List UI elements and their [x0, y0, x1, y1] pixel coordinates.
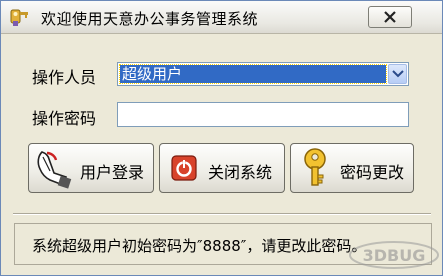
- window-title: 欢迎使用天意办公事务管理系统: [41, 10, 259, 28]
- app-icon: [9, 7, 31, 27]
- hand-pointer-icon: [33, 147, 75, 193]
- close-icon: [384, 11, 396, 23]
- key-icon: [300, 147, 334, 193]
- change-password-button[interactable]: 密码更改: [290, 143, 414, 193]
- login-button[interactable]: 用户登录: [28, 143, 154, 193]
- close-window-button[interactable]: [368, 6, 412, 28]
- user-select-value: 超级用户: [119, 64, 387, 84]
- chevron-down-icon: [392, 70, 404, 78]
- watermark-logo: 3DBUG: [347, 239, 441, 271]
- password-input[interactable]: [117, 102, 409, 127]
- user-label: 操作人员: [32, 68, 97, 87]
- status-message: 系统超级用户初始密码为″8888″，请更改此密码。: [32, 237, 367, 255]
- user-dropdown-button[interactable]: [388, 64, 407, 84]
- login-button-label: 用户登录: [80, 163, 145, 182]
- change-password-button-label: 密码更改: [340, 163, 405, 182]
- title-bar: 欢迎使用天意办公事务管理系统: [1, 1, 442, 34]
- power-icon: [171, 155, 197, 185]
- close-system-button[interactable]: 关闭系统: [159, 143, 285, 193]
- divider: [13, 213, 431, 215]
- password-label: 操作密码: [32, 109, 97, 128]
- watermark-text: 3DBUG: [363, 246, 426, 265]
- login-window: 欢迎使用天意办公事务管理系统 操作人员 超级用户 操作密码 用户登录 关闭系统 …: [0, 0, 443, 276]
- close-system-button-label: 关闭系统: [208, 163, 273, 182]
- user-select[interactable]: 超级用户: [117, 62, 409, 86]
